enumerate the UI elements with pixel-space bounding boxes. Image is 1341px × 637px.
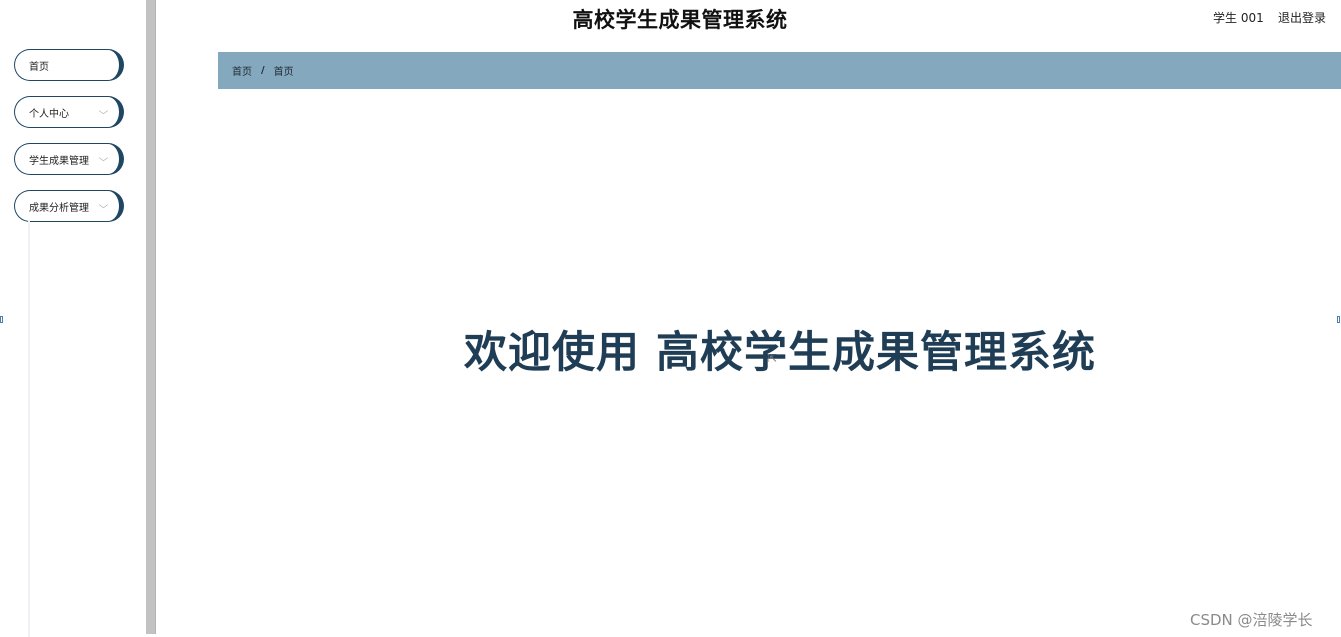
mouse-cursor-icon: ⇱ bbox=[768, 352, 778, 365]
chevron-down-icon: ⌵ bbox=[98, 154, 109, 164]
watermark: CSDN @涪陵学长 bbox=[1190, 611, 1313, 629]
sidebar-item-personal-center[interactable]: 个人中心 ⌵ bbox=[14, 96, 124, 128]
breadcrumb-separator: / bbox=[261, 65, 265, 76]
logout-link[interactable]: 退出登录 bbox=[1278, 9, 1326, 26]
breadcrumb-current: 首页 bbox=[273, 67, 294, 78]
sidebar-item-achievement-analysis[interactable]: 成果分析管理 ⌵ bbox=[14, 190, 124, 222]
chevron-down-icon: ⌵ bbox=[98, 201, 109, 211]
sidebar-item-label: 首页 bbox=[29, 61, 49, 73]
sidebar-item-achievement-management[interactable]: 学生成果管理 ⌵ bbox=[14, 143, 124, 175]
sidebar-item-label: 个人中心 bbox=[29, 108, 69, 120]
app-root: 首页 个人中心 ⌵ 学生成果管理 ⌵ 成果分析管理 ⌵ 高校学生成果管理系统 学… bbox=[0, 0, 1341, 637]
welcome-heading: 欢迎使用 高校学生成果管理系统 bbox=[464, 328, 1096, 378]
chevron-down-icon: ⌵ bbox=[98, 107, 109, 117]
sidebar-item-label: 成果分析管理 bbox=[29, 202, 89, 214]
right-edge-handle-icon bbox=[1337, 316, 1340, 323]
left-edge-handle-icon bbox=[0, 316, 3, 323]
sidebar-item-label: 学生成果管理 bbox=[29, 155, 89, 167]
sidebar-scrollbar[interactable] bbox=[146, 0, 156, 634]
page-title: 高校学生成果管理系统 bbox=[572, 8, 788, 32]
sidebar: 首页 个人中心 ⌵ 学生成果管理 ⌵ 成果分析管理 ⌵ bbox=[0, 0, 146, 637]
current-user: 学生 001 bbox=[1213, 11, 1264, 25]
breadcrumb-home[interactable]: 首页 bbox=[232, 63, 252, 78]
sidebar-item-home[interactable]: 首页 bbox=[14, 49, 124, 81]
breadcrumb: 首页 / 首页 bbox=[218, 52, 1341, 89]
sidebar-divider bbox=[28, 220, 30, 637]
